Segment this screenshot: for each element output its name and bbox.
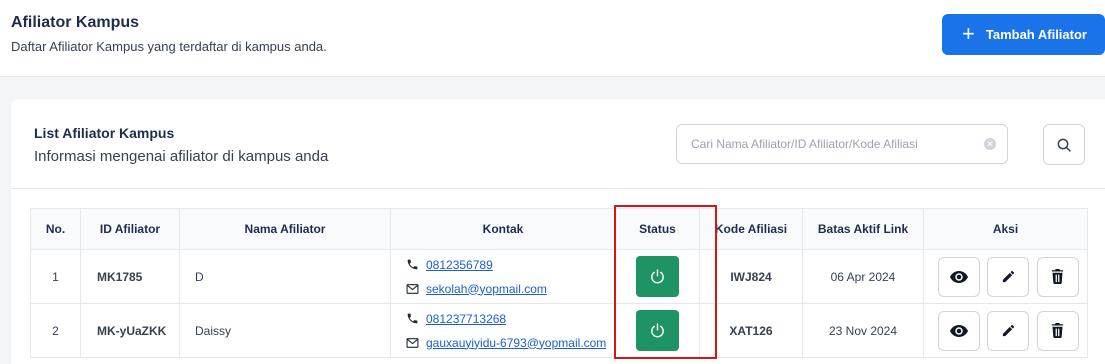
search-icon	[1057, 138, 1071, 152]
row-no: 1	[30, 249, 81, 304]
trash-icon	[1052, 323, 1064, 338]
row-no: 2	[30, 303, 81, 358]
table-row: 2 MK-yUaZKK Daissy 081237713268 gauxauyi…	[30, 303, 1088, 358]
add-affiliator-button[interactable]: + Tambah Afiliator	[942, 14, 1105, 55]
power-icon	[651, 269, 664, 284]
page-subtitle: Daftar Afiliator Kampus yang terdaftar d…	[11, 39, 327, 54]
email-link[interactable]: gauxauyiyidu-6793@yopmail.com	[426, 336, 606, 350]
status-toggle-button[interactable]	[636, 256, 679, 297]
eye-icon	[950, 324, 968, 337]
header-contact: Kontak	[390, 208, 616, 250]
delete-button[interactable]	[1036, 310, 1079, 351]
row-contact: 081237713268 gauxauyiyidu-6793@yopmail.c…	[390, 303, 616, 358]
search-field: ✕	[676, 124, 1008, 164]
contact-phone: 081237713268	[406, 307, 615, 331]
card-divider	[11, 188, 1105, 189]
card-subtitle: Informasi mengenai afiliator di kampus a…	[34, 148, 329, 165]
mail-icon	[406, 337, 426, 349]
contact-phone: 0812356789	[406, 253, 615, 277]
phone-link[interactable]: 081237713268	[426, 312, 506, 326]
row-status	[615, 249, 700, 304]
row-id: MK1785	[80, 249, 180, 304]
mail-icon	[406, 283, 426, 295]
add-affiliator-button-label: Tambah Afiliator	[985, 27, 1087, 42]
row-code: XAT126	[699, 303, 803, 358]
edit-button[interactable]	[987, 256, 1030, 297]
clear-icon[interactable]: ✕	[984, 138, 996, 150]
search-input[interactable]	[677, 125, 977, 163]
phone-link[interactable]: 0812356789	[426, 258, 493, 272]
phone-icon	[406, 258, 426, 271]
card-title: List Afiliator Kampus	[34, 125, 175, 141]
contact-email: gauxauyiyidu-6793@yopmail.com	[406, 331, 615, 355]
header-actions: Aksi	[923, 208, 1088, 250]
table-header-row: No. ID Afiliator Nama Afiliator Kontak S…	[30, 208, 1088, 250]
row-code: IWJ824	[699, 249, 803, 304]
header-status: Status	[615, 208, 700, 250]
row-status	[615, 303, 700, 358]
affiliator-table: No. ID Afiliator Nama Afiliator Kontak S…	[30, 208, 1088, 358]
view-button[interactable]	[938, 310, 980, 351]
edit-button[interactable]	[987, 310, 1030, 351]
email-link[interactable]: sekolah@yopmail.com	[426, 282, 547, 296]
row-expiry: 06 Apr 2024	[802, 249, 924, 304]
phone-icon	[406, 312, 426, 325]
row-id: MK-yUaZKK	[80, 303, 180, 358]
row-actions	[923, 249, 1088, 304]
affiliator-list-card: List Afiliator Kampus Informasi mengenai…	[11, 99, 1105, 364]
status-toggle-button[interactable]	[636, 310, 679, 351]
eye-icon	[950, 270, 968, 283]
table-row: 1 MK1785 D 0812356789 sekolah@yopmail.co…	[30, 249, 1088, 304]
pencil-icon	[1002, 270, 1014, 283]
row-name: D	[179, 249, 391, 304]
delete-button[interactable]	[1036, 256, 1079, 297]
plus-icon: +	[962, 20, 975, 46]
row-name: Daissy	[179, 303, 391, 358]
row-contact: 0812356789 sekolah@yopmail.com	[390, 249, 616, 304]
contact-email: sekolah@yopmail.com	[406, 277, 615, 301]
trash-icon	[1052, 269, 1064, 284]
header-id: ID Afiliator	[80, 208, 180, 250]
row-expiry: 23 Nov 2024	[802, 303, 924, 358]
page-title: Afiliator Kampus	[11, 14, 140, 31]
header-code: Kode Afiliasi	[699, 208, 803, 250]
pencil-icon	[1002, 324, 1014, 337]
header-no: No.	[30, 208, 81, 250]
page-header: Afiliator Kampus Daftar Afiliator Kampus…	[0, 0, 1105, 77]
view-button[interactable]	[938, 256, 980, 297]
power-icon	[651, 323, 664, 338]
row-actions	[923, 303, 1088, 358]
header-expiry: Batas Aktif Link	[802, 208, 924, 250]
header-name: Nama Afiliator	[179, 208, 391, 250]
search-button[interactable]	[1043, 124, 1085, 165]
